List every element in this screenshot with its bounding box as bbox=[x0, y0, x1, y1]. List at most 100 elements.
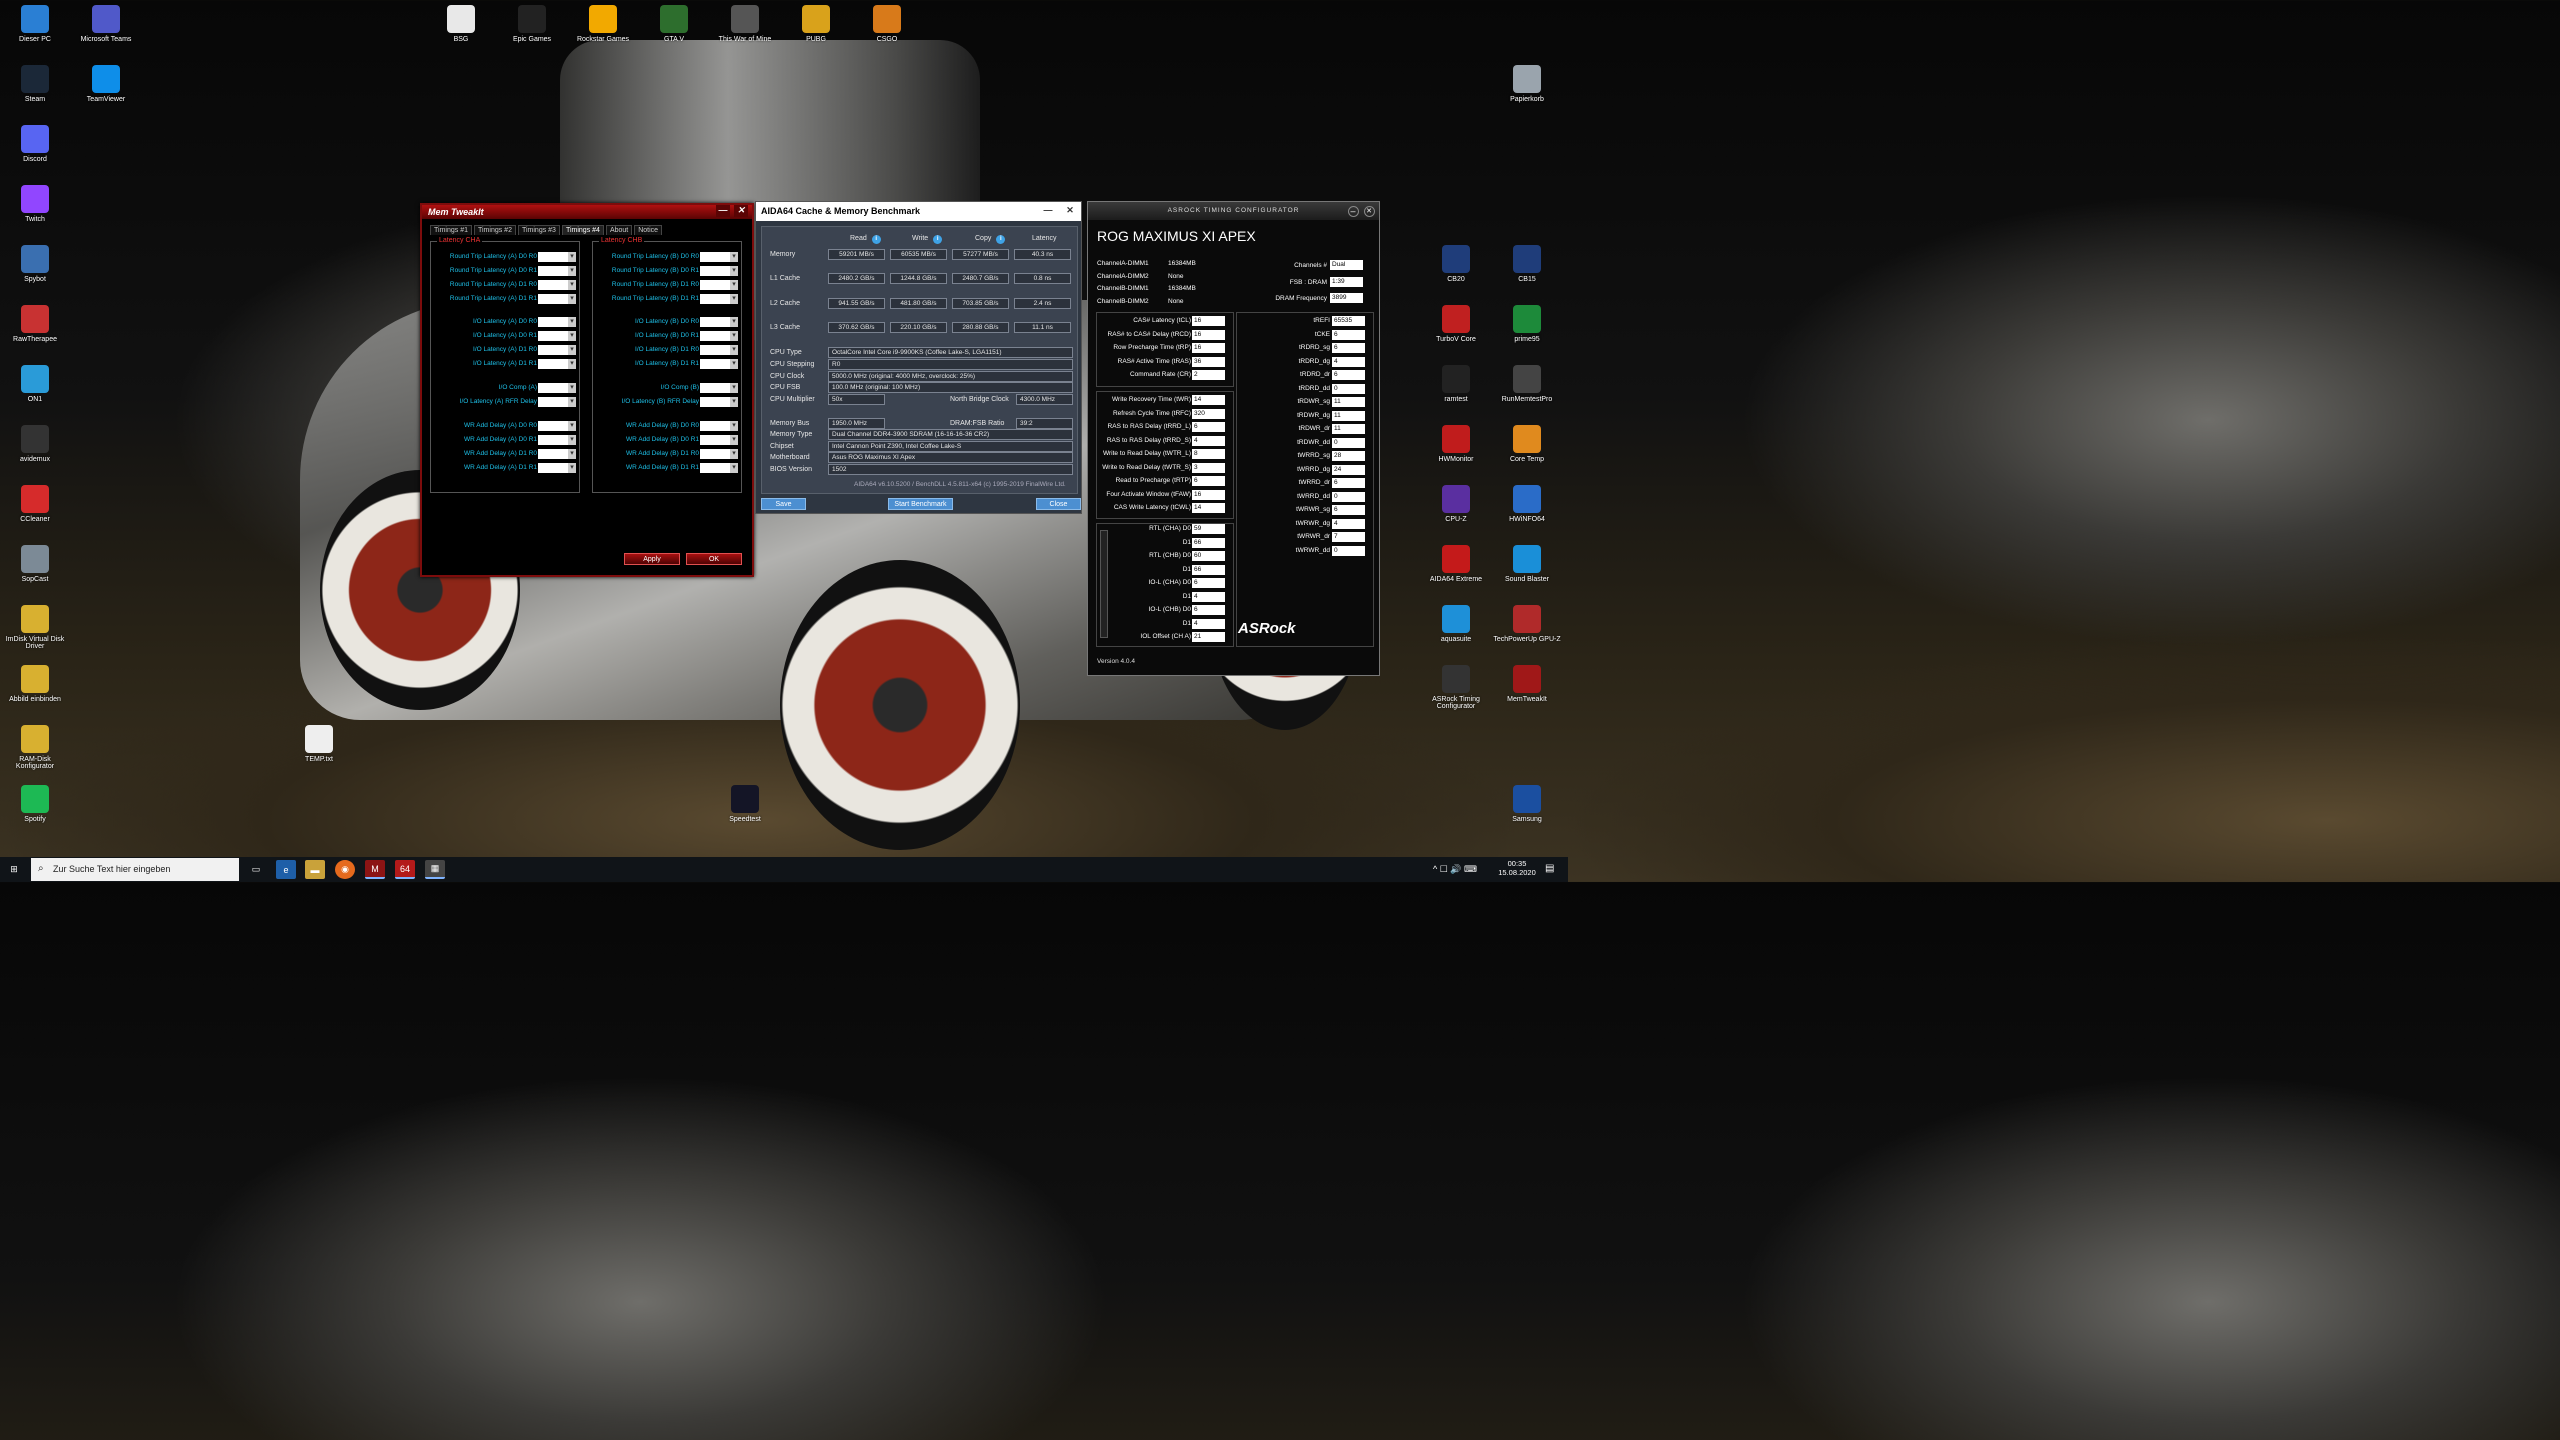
desktop-icon-core-temp[interactable]: Core Temp bbox=[1492, 425, 1562, 463]
timing-value[interactable]: 3 bbox=[1192, 462, 1225, 473]
timing-select[interactable]: 14 bbox=[538, 397, 576, 407]
timing-value[interactable]: 0 bbox=[1332, 437, 1365, 448]
timing-value[interactable]: 4 bbox=[1332, 518, 1365, 529]
timing-value[interactable]: 66 bbox=[1192, 564, 1225, 575]
desktop-icon-temp-txt[interactable]: TEMP.txt bbox=[284, 725, 354, 763]
desktop-icon-rockstar-games[interactable]: Rockstar Games bbox=[568, 5, 638, 43]
aida64-taskbar-icon[interactable]: 64 bbox=[395, 860, 415, 879]
timing-value[interactable]: 6 bbox=[1332, 478, 1365, 488]
timing-select[interactable]: 59 bbox=[538, 252, 576, 262]
timing-value[interactable]: 14 bbox=[1192, 503, 1225, 513]
desktop-icon-discord[interactable]: Discord bbox=[0, 125, 70, 163]
desktop-icon-pubg[interactable]: PUBG bbox=[781, 5, 851, 43]
timing-value[interactable]: 2 bbox=[1192, 370, 1225, 380]
info-icon[interactable]: i bbox=[871, 235, 881, 244]
desktop-icon-aquasuite[interactable]: aquasuite bbox=[1421, 605, 1491, 643]
tab-timings-2[interactable]: Timings #2 bbox=[473, 225, 516, 235]
asrock-taskbar-icon[interactable]: ▦ bbox=[425, 860, 445, 879]
timing-value[interactable]: 11 bbox=[1332, 424, 1365, 434]
search-box[interactable]: ⌕ Zur Suche Text hier eingeben bbox=[31, 858, 239, 881]
windows-start-icon[interactable]: ⊞ bbox=[4, 860, 24, 879]
desktop-icon-papierkorb[interactable]: Papierkorb bbox=[1492, 65, 1562, 103]
clock[interactable]: 00:35 15.08.2020 bbox=[1497, 859, 1537, 877]
desktop-icon-on1[interactable]: ON1 bbox=[0, 365, 70, 403]
desktop-icon-epic-games[interactable]: Epic Games bbox=[497, 5, 567, 43]
timing-value[interactable]: 0 bbox=[1332, 545, 1365, 556]
desktop-icon-avidemux[interactable]: avidemux bbox=[0, 425, 70, 463]
info-icon[interactable]: i bbox=[933, 235, 943, 244]
timing-value[interactable]: 6 bbox=[1192, 422, 1225, 432]
timing-select[interactable]: 4 bbox=[538, 345, 576, 355]
desktop-icon-spybot[interactable]: Spybot bbox=[0, 245, 70, 283]
timing-value[interactable]: 6 bbox=[1192, 578, 1225, 588]
close-button[interactable]: ✕ bbox=[1063, 205, 1077, 217]
desktop-icon-microsoft-teams[interactable]: Microsoft Teams bbox=[71, 5, 141, 43]
rtl-scrollbar[interactable] bbox=[1100, 530, 1108, 638]
desktop-icon-cb20[interactable]: CB20 bbox=[1421, 245, 1491, 283]
desktop-icon-sopcast[interactable]: SopCast bbox=[0, 545, 70, 583]
timing-select[interactable]: 1 bbox=[700, 435, 738, 445]
desktop-icon-bsg[interactable]: BSG bbox=[426, 5, 496, 43]
timing-value[interactable]: 21 bbox=[1192, 632, 1225, 642]
close-button[interactable]: ✕ bbox=[1364, 206, 1375, 217]
timing-select[interactable]: 0 bbox=[538, 463, 576, 473]
timing-value[interactable]: 0 bbox=[1332, 383, 1365, 394]
timing-value[interactable]: 6 bbox=[1332, 370, 1365, 380]
timing-value[interactable]: 24 bbox=[1332, 464, 1365, 475]
aida64-titlebar[interactable]: AIDA64 Cache & Memory Benchmark — ✕ bbox=[756, 202, 1081, 221]
timing-value[interactable]: 0 bbox=[1332, 491, 1365, 502]
timing-select[interactable]: 0 bbox=[700, 463, 738, 473]
aida64-benchmark-window[interactable]: AIDA64 Cache & Memory Benchmark — ✕ Read… bbox=[755, 201, 1082, 514]
desktop-icon-aida64-extreme[interactable]: AIDA64 Extreme bbox=[1421, 545, 1491, 583]
timing-value[interactable]: 6 bbox=[1332, 505, 1365, 515]
timing-select[interactable]: 21 bbox=[700, 383, 738, 393]
timing-select[interactable]: 4 bbox=[700, 359, 738, 369]
desktop-icon-ramtest[interactable]: ramtest bbox=[1421, 365, 1491, 403]
timing-select[interactable]: 6 bbox=[700, 331, 738, 341]
desktop-icon-gta-v[interactable]: GTA V bbox=[639, 5, 709, 43]
timing-value[interactable]: 6 bbox=[1332, 343, 1365, 353]
tab-notice[interactable]: Notice bbox=[634, 225, 663, 235]
tab-timings-3[interactable]: Timings #3 bbox=[517, 225, 560, 235]
memtweakit-window[interactable]: Mem TweakIt — ✕ Timings #1 Timings #2 Timi… bbox=[420, 203, 754, 577]
timing-value[interactable]: 16 bbox=[1192, 316, 1225, 326]
timing-value[interactable]: 6 bbox=[1192, 476, 1225, 486]
timing-value[interactable]: 4 bbox=[1332, 356, 1365, 367]
timing-value[interactable]: 65535 bbox=[1332, 316, 1365, 326]
timing-value[interactable]: 11 bbox=[1332, 397, 1365, 407]
timing-select[interactable]: 6 bbox=[538, 331, 576, 341]
timing-value[interactable]: 11 bbox=[1332, 410, 1365, 421]
timing-select[interactable]: 0 bbox=[700, 449, 738, 459]
desktop-icon-steam[interactable]: Steam bbox=[0, 65, 70, 103]
timing-value[interactable]: 6 bbox=[1192, 605, 1225, 615]
notification-icon[interactable]: ▤ bbox=[1545, 863, 1554, 874]
timing-select[interactable]: 66 bbox=[700, 280, 738, 290]
file-explorer-icon[interactable]: ▬ bbox=[305, 860, 325, 879]
timing-select[interactable]: 1 bbox=[700, 421, 738, 431]
ok-button[interactable]: OK bbox=[686, 553, 742, 565]
timing-value[interactable]: 66 bbox=[1192, 537, 1225, 548]
tab-about[interactable]: About bbox=[605, 225, 633, 235]
timing-select[interactable]: 60 bbox=[700, 252, 738, 262]
timing-select[interactable]: 66 bbox=[700, 294, 738, 304]
desktop-icon-sound-blaster[interactable]: Sound Blaster bbox=[1492, 545, 1562, 583]
minimize-button[interactable]: — bbox=[1041, 205, 1055, 217]
timing-select[interactable]: 0 bbox=[538, 449, 576, 459]
timing-value[interactable]: 60 bbox=[1192, 551, 1225, 561]
timing-value[interactable]: 6 bbox=[1332, 329, 1365, 340]
timing-select[interactable]: 59 bbox=[538, 266, 576, 276]
memtweakit-taskbar-icon[interactable]: M bbox=[365, 860, 385, 879]
timing-value[interactable]: 16 bbox=[1192, 343, 1225, 353]
memtweakit-titlebar[interactable]: Mem TweakIt — ✕ bbox=[422, 205, 752, 219]
tab-timings-4[interactable]: Timings #4 bbox=[561, 225, 604, 235]
firefox-icon[interactable]: ◉ bbox=[335, 860, 355, 879]
timing-value[interactable]: 16 bbox=[1192, 329, 1225, 340]
asrock-timing-window[interactable]: ASRock Timing Configurator – ✕ ROG MAXIM… bbox=[1087, 201, 1380, 676]
timing-value[interactable]: 320 bbox=[1192, 408, 1225, 419]
task-view-icon[interactable]: ▭ bbox=[246, 860, 266, 879]
timing-value[interactable]: 16 bbox=[1192, 489, 1225, 500]
desktop-icon-asrock-timing-configurator[interactable]: ASRock Timing Configurator bbox=[1421, 665, 1491, 710]
desktop-icon-abbild-einbinden[interactable]: Abbild einbinden bbox=[0, 665, 70, 703]
desktop-icon-imdisk-virtual-disk-driver[interactable]: ImDisk Virtual Disk Driver bbox=[0, 605, 70, 650]
save-button[interactable]: Save bbox=[761, 498, 806, 510]
